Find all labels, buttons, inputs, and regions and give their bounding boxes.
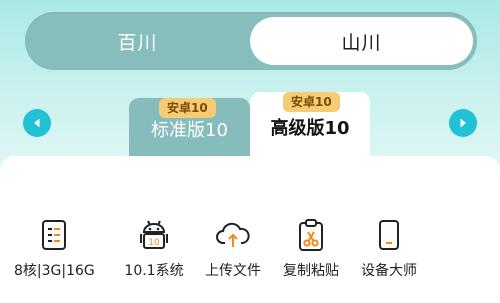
feature-clipboard[interactable]: 复制粘贴: [271, 218, 351, 280]
tab-standard[interactable]: 安卓10 标准版10: [129, 98, 250, 156]
tab-standard-label: 标准版10: [151, 120, 228, 141]
svg-text:10: 10: [148, 238, 160, 248]
feature-device-master[interactable]: 设备大师: [349, 218, 429, 280]
feature-system[interactable]: 10 10.1系统: [114, 218, 194, 280]
feature-upload-label: 上传文件: [205, 263, 261, 279]
feature-panel: 8核|3G|16G 10 10.1系统 上传文件 复制粘贴 设备大师: [0, 156, 500, 303]
tablet-device-icon: [379, 220, 399, 250]
android-icon: 10: [140, 220, 168, 249]
feature-clipboard-label: 复制粘贴: [283, 263, 339, 279]
android-version-badge: 安卓10: [283, 92, 340, 112]
cloud-upload-icon: [216, 222, 250, 247]
mode-segmented-control: 百川 山川: [25, 12, 477, 70]
segment-baichuan[interactable]: 百川: [25, 12, 250, 70]
tab-advanced[interactable]: 安卓10 高级版10: [250, 92, 370, 156]
feature-spec-label: 8核|3G|16G: [14, 263, 95, 279]
prev-arrow-button[interactable]: [23, 109, 51, 137]
next-arrow-button[interactable]: [449, 109, 477, 137]
segment-baichuan-label: 百川: [117, 31, 158, 54]
feature-system-label: 10.1系统: [124, 263, 184, 279]
clipboard-scissors-icon: [299, 219, 323, 251]
tab-advanced-label: 高级版10: [270, 118, 350, 139]
segment-shanchuan-label: 山川: [341, 31, 382, 54]
segment-shanchuan[interactable]: 山川: [250, 17, 473, 65]
spec-list-icon: [42, 220, 66, 250]
feature-device-master-label: 设备大师: [361, 263, 417, 279]
feature-upload[interactable]: 上传文件: [193, 218, 273, 280]
android-version-badge: 安卓10: [159, 98, 216, 118]
chevron-left-icon: [34, 118, 40, 128]
chevron-right-icon: [460, 118, 466, 128]
feature-spec[interactable]: 8核|3G|16G: [14, 218, 95, 280]
